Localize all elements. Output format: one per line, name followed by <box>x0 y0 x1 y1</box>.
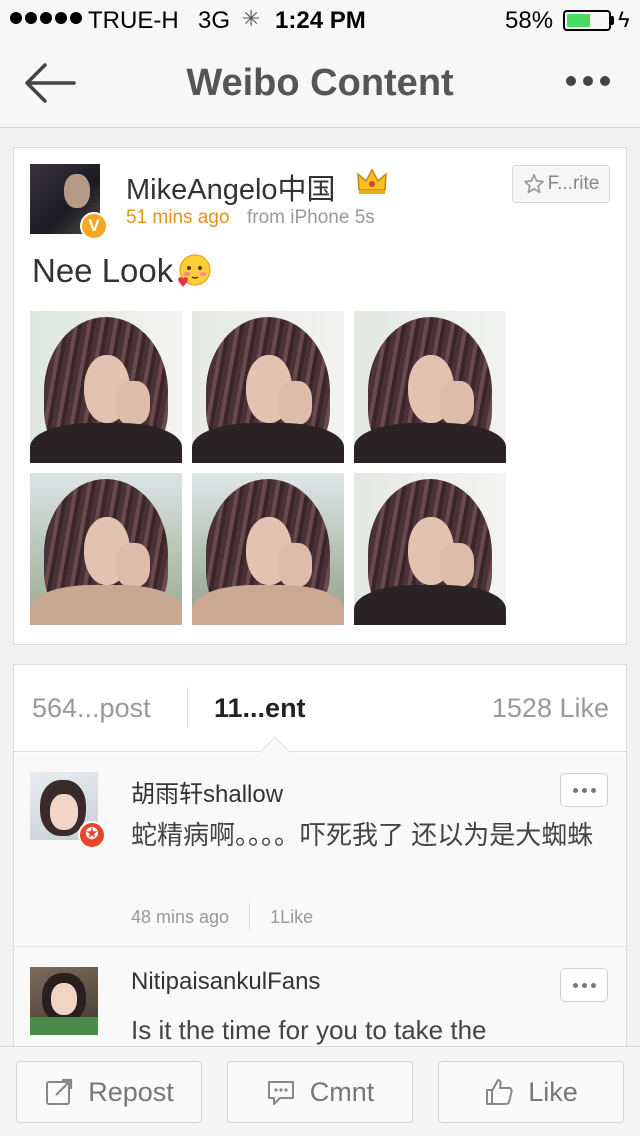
navigation-bar: Weibo Content <box>0 40 640 128</box>
clock: 1:24 PM <box>275 7 366 34</box>
comment-time: 48 mins ago <box>131 906 230 927</box>
post-photo-4[interactable] <box>30 473 182 625</box>
post-photo-1[interactable] <box>30 311 182 463</box>
comment-bubble-icon <box>267 1081 294 1105</box>
battery-tip <box>611 16 614 25</box>
post-photo-3[interactable] <box>354 311 506 463</box>
post-photo-2[interactable] <box>192 311 344 463</box>
repost-label: Repost <box>88 1076 174 1107</box>
tab-reposts[interactable]: 564...post <box>32 693 151 724</box>
comment-text: Is it the time for you to take the <box>131 1015 487 1045</box>
charging-bolt-icon: ϟ <box>618 7 630 32</box>
thumbs-up-icon <box>486 1079 513 1105</box>
star-outline-icon <box>523 174 544 194</box>
repost-icon <box>46 1078 73 1105</box>
more-options-button[interactable] <box>566 76 610 86</box>
comment-more-button[interactable] <box>560 968 608 1002</box>
post-photo-5[interactable] <box>192 473 344 625</box>
verified-badge-icon: V <box>80 212 108 240</box>
stats-tabs: 564...post 11...ent 1528 Like <box>14 665 626 768</box>
comment-list: ✪ 胡雨轩shallow 蛇精病啊。。。。吓死我了 还以为是大蜘蛛 48 min… <box>14 753 626 1063</box>
battery-percent: 58% <box>505 7 554 34</box>
activity-spinner-icon: ✳ <box>242 6 261 31</box>
battery-icon <box>563 10 611 31</box>
tab-comments[interactable]: 11...ent <box>214 693 306 724</box>
bottom-toolbar: Repost Cmnt Like <box>0 1046 640 1136</box>
post-source: from iPhone 5s <box>247 207 375 228</box>
status-bar: TRUE-H 3G ✳ 1:24 PM 58% ϟ <box>0 0 640 40</box>
fan-star-badge-icon: ✪ <box>78 821 106 849</box>
crown-icon <box>357 168 387 194</box>
post-card: V MikeAngelo中国 51 mins ago from iPhone 5… <box>13 147 627 645</box>
comment-label: Cmnt <box>309 1076 375 1107</box>
comment-item: ✪ 胡雨轩shallow 蛇精病啊。。。。吓死我了 还以为是大蜘蛛 48 min… <box>14 753 626 947</box>
post-text: Nee Look <box>32 252 213 290</box>
author-name[interactable]: MikeAngelo中国 <box>126 166 336 208</box>
post-text-content: Nee Look <box>32 252 174 289</box>
like-label: Like <box>528 1076 578 1107</box>
network-type: 3G <box>198 7 231 34</box>
commenter-name[interactable]: 胡雨轩shallow <box>131 774 283 809</box>
tab-divider <box>187 687 188 727</box>
signal-strength-icon <box>10 12 82 24</box>
comment-text: 蛇精病啊。。。。吓死我了 还以为是大蜘蛛 <box>131 820 594 850</box>
favorite-button[interactable]: F...rite <box>512 165 610 203</box>
comment-button[interactable]: Cmnt <box>227 1061 413 1123</box>
carrier-label: TRUE-H <box>88 7 179 34</box>
comment-meta: 48 mins ago 1Like <box>131 903 313 931</box>
commenter-name[interactable]: NitipaisankulFans <box>131 968 320 996</box>
comment-more-button[interactable] <box>560 773 608 807</box>
repost-button[interactable]: Repost <box>16 1061 202 1123</box>
post-time: 51 mins ago <box>126 207 230 228</box>
comment-like-count[interactable]: 1Like <box>270 907 313 928</box>
page-title: Weibo Content <box>186 62 454 104</box>
post-photo-6[interactable] <box>354 473 506 625</box>
tab-likes[interactable]: 1528 Like <box>492 693 609 724</box>
favorite-label: F...rite <box>547 173 600 194</box>
comments-card: 564...post 11...ent 1528 Like ✪ 胡雨轩shall… <box>13 664 627 1064</box>
blushing-emoji-icon <box>178 254 211 287</box>
like-button[interactable]: Like <box>438 1061 624 1123</box>
commenter-avatar[interactable] <box>30 967 98 1035</box>
